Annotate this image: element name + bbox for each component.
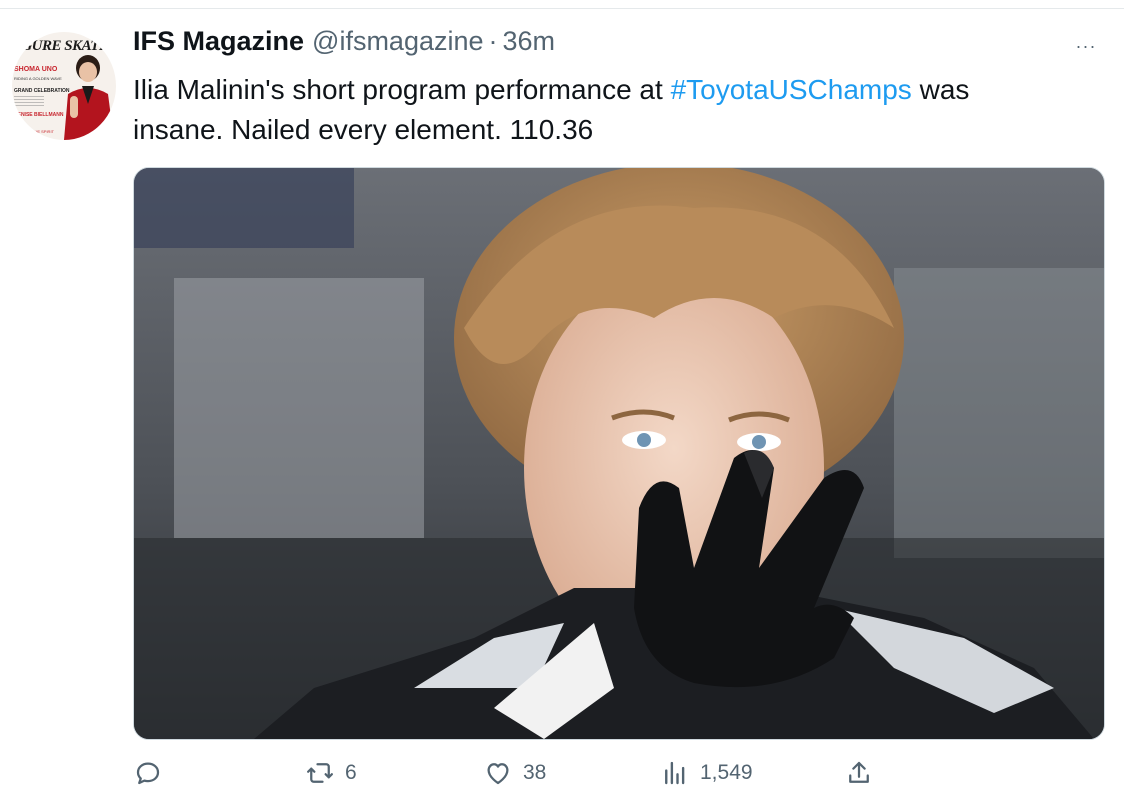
avatar-text-lines — [14, 96, 44, 108]
retweet-count: 6 — [345, 761, 357, 784]
avatar-spirit: THE SPIRIT — [32, 129, 55, 134]
heart-icon — [487, 763, 509, 785]
avatar-feature-sub: RIDING A GOLDEN WAVE — [14, 76, 62, 81]
retweet-icon — [307, 763, 333, 783]
views-icon — [665, 761, 685, 785]
reply-icon — [136, 762, 160, 785]
avatar-feature-name: SHOMA UNO — [14, 66, 58, 73]
views-count: 1,549 — [700, 761, 753, 784]
share-icon — [849, 761, 869, 783]
tweet-text: Ilia Malinin's short program performance… — [133, 70, 1063, 150]
views-button[interactable]: 1,549 — [660, 756, 753, 790]
tweet-media-photo[interactable] — [133, 167, 1105, 740]
like-button[interactable]: 38 — [483, 756, 546, 790]
like-count: 38 — [523, 761, 547, 784]
tweet-timestamp[interactable]: 36m — [503, 26, 556, 57]
author-display-name[interactable]: IFS Magazine — [133, 26, 304, 57]
hashtag-link[interactable]: #ToyotaUSChamps — [671, 74, 912, 105]
tweet-header: IFS Magazine @ifsmagazine · 36m — [133, 26, 555, 62]
author-handle[interactable]: @ifsmagazine — [312, 26, 483, 57]
reply-button[interactable] — [133, 756, 173, 790]
skater-photo — [134, 168, 1104, 739]
tweet-text-before: Ilia Malinin's short program performance… — [133, 74, 671, 105]
retweet-button[interactable]: 6 — [305, 756, 357, 790]
avatar-skater-figure — [64, 55, 114, 140]
avatar-guest: DENISE BIELLMANN — [14, 112, 64, 118]
more-options-button[interactable]: ··· — [1066, 34, 1106, 58]
share-button[interactable] — [844, 756, 874, 790]
header-separator: · — [488, 26, 498, 56]
tweet-action-bar: 6 38 1,549 — [133, 756, 903, 790]
avatar[interactable]: IGURE SKATIN SHOMA UNO RIDING A GOLDEN W… — [12, 32, 116, 140]
top-divider — [0, 8, 1124, 9]
